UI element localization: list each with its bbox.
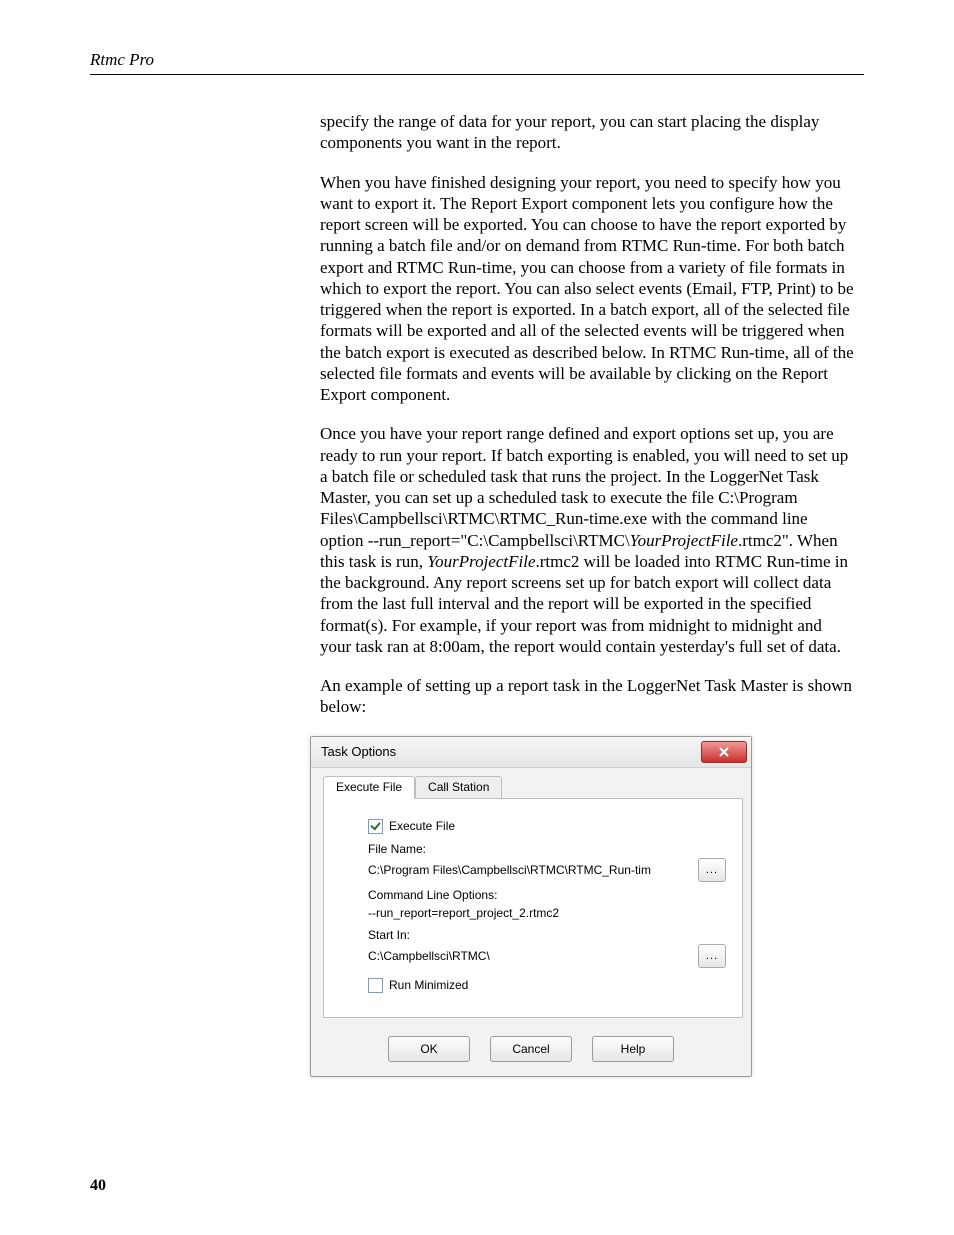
checkbox-icon <box>368 819 383 834</box>
execute-file-checkbox[interactable]: Execute File <box>368 819 726 834</box>
run-minimized-checkbox[interactable]: Run Minimized <box>368 978 726 993</box>
paragraph-2: When you have finished designing your re… <box>320 172 854 406</box>
tab-call-station[interactable]: Call Station <box>415 776 502 798</box>
cancel-button[interactable]: Cancel <box>490 1036 572 1062</box>
dialog-button-row: OK Cancel Help <box>311 1026 751 1076</box>
page-header: Rtmc Pro <box>90 50 864 75</box>
start-in-browse-button[interactable]: ... <box>698 944 726 968</box>
tab-execute-file[interactable]: Execute File <box>323 776 415 799</box>
page-number: 40 <box>90 1177 106 1195</box>
file-name-label: File Name: <box>368 842 726 856</box>
checkbox-icon <box>368 978 383 993</box>
dialog-screenshot: Task Options Execute File Call Station <box>310 736 864 1077</box>
file-name-field[interactable]: C:\Program Files\Campbellsci\RTMC\RTMC_R… <box>368 861 690 879</box>
titlebar: Task Options <box>311 737 751 768</box>
page: Rtmc Pro specify the range of data for y… <box>0 0 954 1235</box>
paragraph-3: Once you have your report range defined … <box>320 423 854 657</box>
tab-strip: Execute File Call Station <box>323 776 743 799</box>
paragraph-1: specify the range of data for your repor… <box>320 111 854 154</box>
file-name-browse-button[interactable]: ... <box>698 858 726 882</box>
tab-panel: Execute File File Name: C:\Program Files… <box>323 799 743 1018</box>
execute-file-label: Execute File <box>389 819 455 833</box>
dialog-title: Task Options <box>321 744 396 759</box>
command-line-label: Command Line Options: <box>368 888 726 902</box>
paragraph-4: An example of setting up a report task i… <box>320 675 854 718</box>
header-title: Rtmc Pro <box>90 50 154 69</box>
task-options-dialog: Task Options Execute File Call Station <box>310 736 752 1077</box>
body-column: specify the range of data for your repor… <box>320 111 854 718</box>
command-line-field[interactable]: --run_report=report_project_2.rtmc2 <box>368 904 726 922</box>
start-in-field[interactable]: C:\Campbellsci\RTMC\ <box>368 947 690 965</box>
help-button[interactable]: Help <box>592 1036 674 1062</box>
close-button[interactable] <box>701 741 747 763</box>
start-in-label: Start In: <box>368 928 726 942</box>
close-icon <box>718 746 730 758</box>
run-minimized-label: Run Minimized <box>389 978 468 992</box>
ok-button[interactable]: OK <box>388 1036 470 1062</box>
